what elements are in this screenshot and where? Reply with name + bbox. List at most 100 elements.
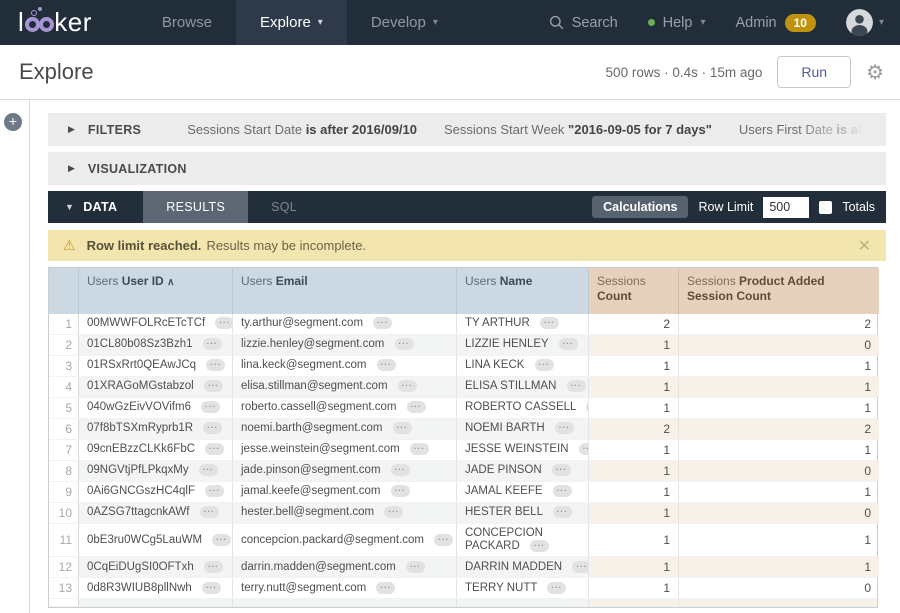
cell-name[interactable]: JADE PINSON ··· (457, 461, 589, 481)
cell-menu-icon[interactable]: ··· (203, 422, 222, 434)
cell-product-added-session-count[interactable]: 1 (679, 377, 879, 397)
cell-user-id[interactable]: 01CL80b08Sz3Bzh1 ··· (79, 335, 233, 355)
cell-menu-icon[interactable]: ··· (555, 422, 574, 434)
column-header-product-added-session-count[interactable]: Sessions Product Added Session Count (679, 268, 879, 314)
nav-item-explore[interactable]: Explore▾ (236, 0, 347, 45)
row-limit-input[interactable] (763, 197, 809, 218)
cell-menu-icon[interactable]: ··· (553, 506, 572, 518)
gear-icon[interactable]: ⚙ (866, 60, 884, 85)
cell-email[interactable]: jesse.weinstein@segment.com ··· (233, 440, 457, 460)
cell-menu-icon[interactable]: ··· (540, 317, 559, 329)
cell-menu-icon[interactable]: ··· (547, 582, 566, 594)
cell-menu-icon[interactable]: ··· (434, 534, 453, 546)
cell-user-id[interactable]: 0Ai6GNCGszHC4qlF ··· (79, 482, 233, 502)
cell-sessions-count[interactable]: 1 (589, 482, 679, 502)
cell-user-id[interactable]: 0CqEiDUgSI0OFTxh ··· (79, 557, 233, 577)
cell-menu-icon[interactable]: ··· (203, 338, 222, 350)
add-field-button[interactable]: + (4, 113, 22, 131)
search-button[interactable]: Search (549, 15, 618, 31)
cell-menu-icon[interactable]: ··· (559, 338, 578, 350)
cell-menu-icon[interactable]: ··· (201, 401, 220, 413)
filters-bar[interactable]: ▶ FILTERS Sessions Start Date is after 2… (48, 113, 886, 146)
cell-sessions-count[interactable]: 1 (589, 377, 679, 397)
cell-sessions-count[interactable]: 1 (589, 524, 679, 556)
cell-product-added-session-count[interactable]: 2 (679, 419, 879, 439)
cell-product-added-session-count[interactable]: 0 (679, 461, 879, 481)
cell-user-id[interactable]: 040wGzEivVOVifm6 ··· (79, 398, 233, 418)
cell-menu-icon[interactable]: ··· (398, 380, 417, 392)
cell-menu-icon[interactable]: ··· (205, 485, 224, 497)
cell-name[interactable]: LINA KECK ··· (457, 356, 589, 376)
cell-user-id[interactable]: 01XRAGoMGstabzol ··· (79, 377, 233, 397)
cell-name[interactable]: JESSE WEINSTEIN ··· (457, 440, 589, 460)
cell-menu-icon[interactable]: ··· (552, 464, 571, 476)
cell-menu-icon[interactable]: ··· (393, 422, 412, 434)
tab-results[interactable]: RESULTS (143, 191, 248, 223)
cell-product-added-session-count[interactable]: 1 (679, 356, 879, 376)
cell-menu-icon[interactable]: ··· (204, 380, 223, 392)
cell-product-added-session-count[interactable]: 1 (679, 524, 879, 556)
cell-sessions-count[interactable]: 1 (589, 440, 679, 460)
admin-menu[interactable]: Admin 10 (736, 14, 816, 32)
cell-menu-icon[interactable]: ··· (391, 464, 410, 476)
cell-name[interactable]: HESTER BELL ··· (457, 503, 589, 523)
cell-user-id[interactable]: 0AZSG7ttagcnkAWf ··· (79, 503, 233, 523)
cell-user-id[interactable]: 09cnEBzzCLKk6FbC ··· (79, 440, 233, 460)
help-menu[interactable]: Help ▾ (648, 15, 706, 31)
cell-sessions-count[interactable]: 1 (589, 398, 679, 418)
cell-name[interactable]: TERRY NUTT ··· (457, 578, 589, 598)
cell-menu-icon[interactable]: ··· (567, 380, 586, 392)
cell-product-added-session-count[interactable]: 0 (679, 335, 879, 355)
cell-menu-icon[interactable]: ··· (199, 464, 218, 476)
cell-menu-icon[interactable]: ··· (202, 582, 221, 594)
cell-sessions-count[interactable]: 1 (589, 335, 679, 355)
looker-logo[interactable]: lker (0, 0, 92, 45)
cell-email[interactable]: noemi.barth@segment.com ··· (233, 419, 457, 439)
close-icon[interactable]: ✕ (858, 236, 871, 256)
column-header-sessions-count[interactable]: Sessions Count (589, 268, 679, 314)
cell-name[interactable]: LIZZIE HENLEY ··· (457, 335, 589, 355)
cell-menu-icon[interactable]: ··· (535, 359, 554, 371)
run-button[interactable]: Run (777, 56, 851, 88)
cell-product-added-session-count[interactable]: 1 (679, 557, 879, 577)
cell-user-id[interactable]: 09NGVtjPfLPkqxMy ··· (79, 461, 233, 481)
cell-user-id[interactable]: 01RSxRrt0QEAwJCq ··· (79, 356, 233, 376)
cell-menu-icon[interactable]: ··· (391, 485, 410, 497)
cell-sessions-count[interactable]: 1 (589, 356, 679, 376)
cell-menu-icon[interactable]: ··· (204, 561, 223, 573)
cell-menu-icon[interactable]: ··· (200, 506, 219, 518)
cell-menu-icon[interactable]: ··· (579, 443, 589, 455)
cell-product-added-session-count[interactable]: 0 (679, 503, 879, 523)
cell-product-added-session-count[interactable]: 2 (679, 314, 879, 334)
cell-user-id[interactable]: 0bE3ru0WCg5LauWM ··· (79, 524, 233, 556)
cell-sessions-count[interactable]: 1 (589, 557, 679, 577)
cell-email[interactable]: concepcion.packard@segment.com ··· (233, 524, 457, 556)
cell-sessions-count[interactable]: 2 (589, 419, 679, 439)
cell-product-added-session-count[interactable]: 1 (679, 482, 879, 502)
calculations-button[interactable]: Calculations (592, 196, 688, 218)
cell-email[interactable]: ty.arthur@segment.com ··· (233, 314, 457, 334)
cell-sessions-count[interactable]: 1 (589, 578, 679, 598)
cell-user-id[interactable]: 00MWWFOLRcETcTCf ··· (79, 314, 233, 334)
cell-menu-icon[interactable]: ··· (530, 540, 549, 552)
cell-product-added-session-count[interactable]: 0 (679, 578, 879, 598)
visualization-bar[interactable]: ▶ VISUALIZATION (48, 152, 886, 185)
cell-email[interactable]: terry.nutt@segment.com ··· (233, 578, 457, 598)
cell-email[interactable]: roberto.cassell@segment.com ··· (233, 398, 457, 418)
cell-name[interactable]: TY ARTHUR ··· (457, 314, 589, 334)
cell-menu-icon[interactable]: ··· (376, 582, 395, 594)
totals-checkbox[interactable] (819, 201, 832, 214)
cell-menu-icon[interactable]: ··· (373, 317, 392, 329)
column-header-email[interactable]: Users Email (233, 268, 457, 314)
cell-name[interactable]: JAMAL KEEFE ··· (457, 482, 589, 502)
cell-email[interactable]: lina.keck@segment.com ··· (233, 356, 457, 376)
cell-product-added-session-count[interactable]: 1 (679, 398, 879, 418)
cell-menu-icon[interactable]: ··· (406, 561, 425, 573)
tab-sql[interactable]: SQL (248, 191, 320, 223)
cell-menu-icon[interactable]: ··· (205, 443, 224, 455)
filter-item[interactable]: Users First Date is after 2016/09/10 (739, 122, 886, 137)
cell-email[interactable]: jamal.keefe@segment.com ··· (233, 482, 457, 502)
cell-name[interactable]: CONCEPCION PACKARD ··· (457, 524, 589, 556)
cell-name[interactable]: NOEMI BARTH ··· (457, 419, 589, 439)
cell-menu-icon[interactable]: ··· (553, 485, 572, 497)
